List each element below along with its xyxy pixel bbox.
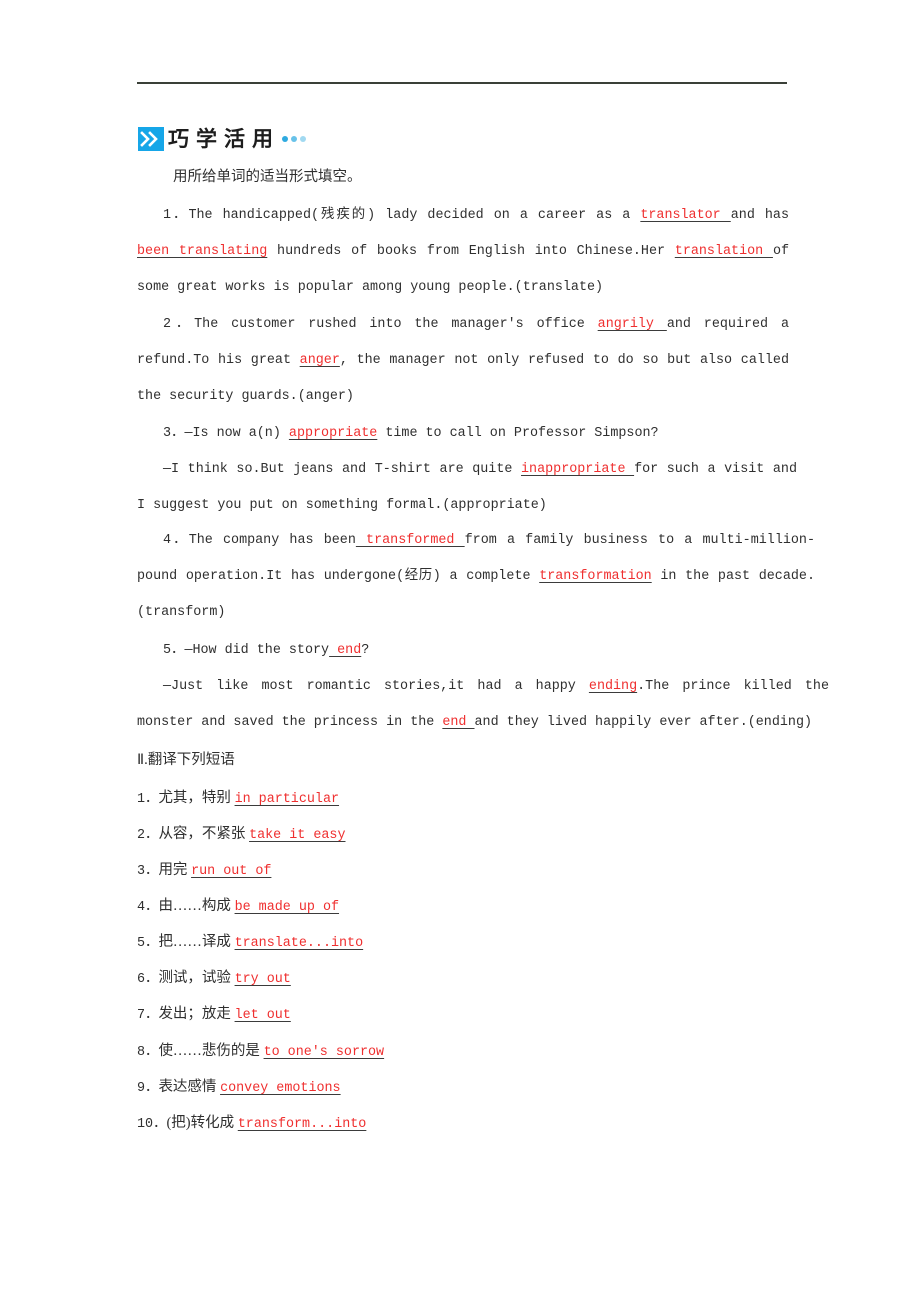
filled-answer: transformed bbox=[355, 533, 465, 548]
section2-title: Ⅱ.翻译下列短语 bbox=[137, 752, 235, 768]
filled-answer: been translating bbox=[137, 244, 268, 259]
exercise-item-1: 1．The handicapped(残疾的) lady decided on a… bbox=[137, 198, 789, 306]
section-banner: 巧学活用 bbox=[138, 126, 306, 152]
sentence-text: and has bbox=[730, 208, 790, 223]
phrase-item: 4．由……构成 be made up of bbox=[137, 891, 339, 923]
double-chevron-right-icon bbox=[138, 127, 164, 151]
filled-answer: appropriate bbox=[288, 426, 378, 441]
exercise-item-3-question: 3．—Is now a(n) appropriate time to call … bbox=[137, 416, 789, 452]
phrase-chinese: 测试，试验 bbox=[158, 970, 235, 986]
phrase-answer: convey emotions bbox=[220, 1081, 341, 1096]
exercise-item-3-answer: —I think so.But jeans and T-shirt are qu… bbox=[137, 452, 797, 524]
exercise-item-5-question: 5．—How did the story end? bbox=[137, 633, 797, 669]
header-divider-rule bbox=[137, 82, 787, 84]
filled-answer: anger bbox=[299, 353, 340, 368]
phrase-chinese: 使……悲伤的是 bbox=[158, 1043, 264, 1059]
phrase-item: 10．(把)转化成 transform...into bbox=[137, 1108, 366, 1140]
phrase-number: 4． bbox=[137, 900, 159, 915]
sentence-text: —Just like most romantic stories,it had … bbox=[163, 679, 589, 694]
phrase-item: 9．表达感情 convey emotions bbox=[137, 1072, 341, 1104]
phrase-number: 10． bbox=[137, 1117, 167, 1132]
exercise-item-4: 4．The company has been transformed from … bbox=[137, 523, 815, 631]
sentence-text: —How did the story bbox=[184, 643, 330, 658]
phrase-number: 7． bbox=[137, 1008, 159, 1023]
phrase-answer: take it easy bbox=[249, 828, 346, 843]
sentence-text: —Is now a(n) bbox=[184, 426, 289, 441]
phrase-answer: to one's sorrow bbox=[263, 1045, 385, 1060]
exercise-item-2: 2．The customer rushed into the manager's… bbox=[137, 307, 789, 415]
phrase-chinese: 用完 bbox=[158, 862, 192, 878]
sentence-text: The customer rushed into the manager's o… bbox=[194, 317, 598, 332]
section1-instruction: 用所给单词的适当形式填空。 bbox=[173, 169, 362, 185]
phrase-number: 8． bbox=[137, 1045, 159, 1060]
sentence-text: The company has been bbox=[188, 533, 356, 548]
sentence-text: hundreds of books from English into Chin… bbox=[267, 244, 675, 259]
filled-answer: translation bbox=[674, 244, 773, 259]
filled-answer: transformation bbox=[539, 569, 652, 584]
phrase-answer: run out of bbox=[191, 864, 272, 879]
phrase-item: 5．把……译成 translate...into bbox=[137, 927, 363, 959]
item-number: 4． bbox=[163, 533, 189, 548]
filled-answer: angrily bbox=[597, 317, 667, 332]
phrase-item: 2．从容，不紧张 take it easy bbox=[137, 819, 346, 851]
sentence-text: ? bbox=[361, 643, 370, 658]
phrase-item: 3．用完 run out of bbox=[137, 855, 271, 887]
item-number: 5． bbox=[163, 643, 185, 658]
phrase-answer: be made up of bbox=[234, 900, 340, 915]
phrase-chinese: (把)转化成 bbox=[166, 1115, 238, 1131]
item-number: 3． bbox=[163, 426, 185, 441]
item-number: 1． bbox=[163, 208, 189, 223]
sentence-text: time to call on Professor Simpson? bbox=[377, 426, 659, 441]
phrase-number: 1． bbox=[137, 792, 159, 807]
phrase-chinese: 由……构成 bbox=[158, 898, 235, 914]
phrase-item: 1．尤其，特别 in particular bbox=[137, 783, 339, 815]
phrase-chinese: 从容，不紧张 bbox=[158, 826, 250, 842]
phrase-number: 6． bbox=[137, 972, 159, 987]
banner-dots-decoration bbox=[282, 136, 306, 142]
phrase-chinese: 把……译成 bbox=[158, 934, 235, 950]
phrase-item: 8．使……悲伤的是 to one's sorrow bbox=[137, 1036, 384, 1068]
filled-answer: ending bbox=[588, 679, 638, 694]
phrase-number: 2． bbox=[137, 828, 159, 843]
phrase-item: 6．测试，试验 try out bbox=[137, 963, 291, 995]
phrase-chinese: 尤其，特别 bbox=[158, 790, 235, 806]
section-banner-title: 巧学活用 bbox=[168, 127, 280, 151]
phrase-chinese: 表达感情 bbox=[158, 1079, 221, 1095]
sentence-text: —I think so.But jeans and T-shirt are qu… bbox=[163, 462, 522, 477]
phrase-answer: try out bbox=[234, 972, 291, 987]
exercise-item-5-answer: —Just like most romantic stories,it had … bbox=[137, 669, 829, 741]
document-page: 巧学活用 用所给单词的适当形式填空。 1．The handicapped(残疾的… bbox=[0, 0, 920, 1302]
phrase-answer: let out bbox=[234, 1008, 291, 1023]
sentence-text: and they lived happily ever after.(endin… bbox=[474, 715, 813, 730]
filled-answer: translator bbox=[640, 208, 731, 223]
phrase-number: 3． bbox=[137, 864, 159, 879]
phrase-answer: translate...into bbox=[234, 936, 364, 951]
phrase-answer: transform...into bbox=[237, 1117, 367, 1132]
phrase-number: 9． bbox=[137, 1081, 159, 1096]
sentence-text: The handicapped(残疾的) lady decided on a c… bbox=[188, 208, 641, 223]
phrase-answer: in particular bbox=[234, 792, 340, 807]
phrase-item: 7．发出；放走 let out bbox=[137, 999, 291, 1031]
item-number: 2． bbox=[163, 317, 195, 332]
filled-answer: end bbox=[329, 643, 362, 658]
filled-answer: inappropriate bbox=[521, 462, 635, 477]
filled-answer: end bbox=[442, 715, 475, 730]
phrase-chinese: 发出；放走 bbox=[158, 1006, 235, 1022]
phrase-number: 5． bbox=[137, 936, 159, 951]
